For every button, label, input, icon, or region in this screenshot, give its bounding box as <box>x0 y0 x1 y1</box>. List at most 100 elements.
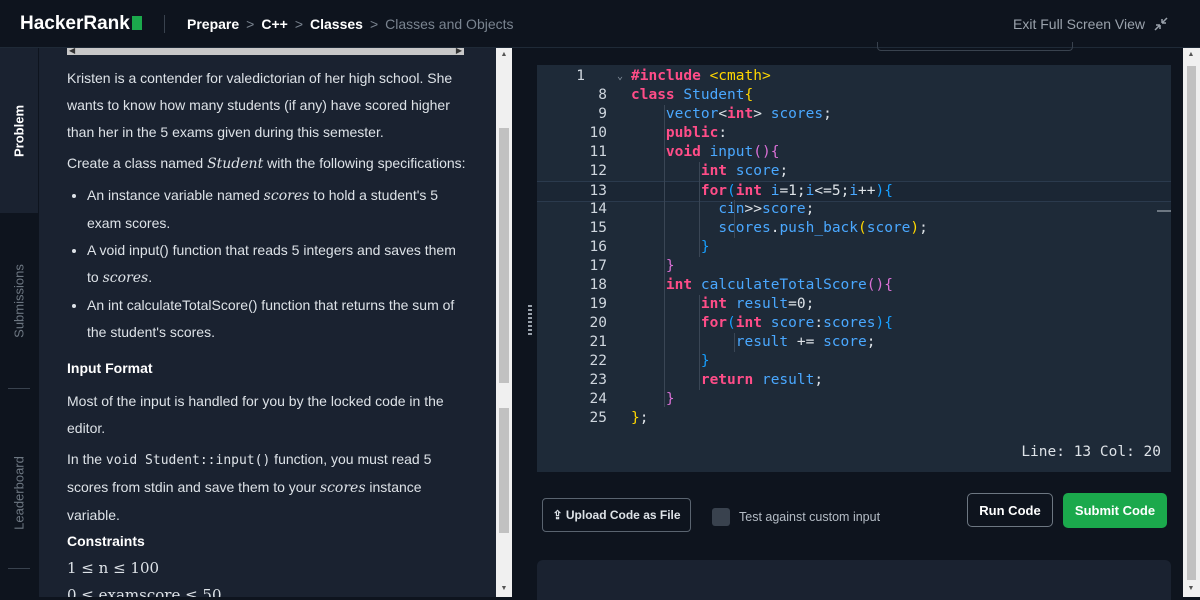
tab-submissions[interactable]: Submissions <box>0 213 38 388</box>
problem-intro: Kristen is a contender for valedictorian… <box>67 70 453 140</box>
chevron-right-icon: > <box>246 16 255 32</box>
collapse-icon[interactable] <box>1152 15 1170 33</box>
constraint-examscore: 0 ≤ examscore ≤ 50 <box>67 586 222 597</box>
tab-divider <box>8 568 30 569</box>
custom-input-label: Test against custom input <box>739 510 881 524</box>
code-line: 10 public: <box>537 124 1171 143</box>
code-line: 20 for(int score:scores){ <box>537 314 1171 333</box>
tab-submissions-label: Submissions <box>11 263 27 338</box>
input-function-text: In the void Student::input() function, y… <box>67 446 467 529</box>
scroll-thumb[interactable] <box>1187 66 1196 580</box>
line-number: 15 <box>589 220 607 236</box>
input-fn-var: scores <box>319 480 366 496</box>
submit-code-button[interactable]: Submit Code <box>1063 493 1167 528</box>
indent-guide <box>734 200 735 238</box>
output-panel <box>537 560 1171 600</box>
language-select[interactable] <box>877 42 1073 51</box>
exit-fullscreen-link[interactable]: Exit Full Screen View <box>1013 16 1145 32</box>
code-text: } <box>665 391 675 407</box>
code-line: 22 } <box>537 352 1171 371</box>
input-fn-prefix: In the <box>67 451 106 467</box>
scroll-thumb[interactable] <box>499 128 509 383</box>
code-line: 21 result += score; <box>537 333 1171 352</box>
code-line: 18 int calculateTotalScore(){ <box>537 276 1171 295</box>
line-number: 21 <box>589 334 607 350</box>
line-number: 16 <box>589 239 607 255</box>
scroll-right-icon[interactable]: ▶ <box>456 48 462 55</box>
breadcrumb-cpp[interactable]: C++ <box>261 16 287 32</box>
line-number: 19 <box>589 296 607 312</box>
code-text: } <box>700 353 710 369</box>
line-number: 8 <box>598 87 607 103</box>
list-item: A void input() function that reads 5 int… <box>87 237 467 292</box>
tab-leaderboard-label: Leaderboard <box>11 455 27 530</box>
logo-text: HackerRank <box>20 13 130 34</box>
code-text: int score; <box>700 163 789 179</box>
code-text: int calculateTotalScore(){ <box>665 277 893 293</box>
breadcrumb-classes[interactable]: Classes <box>310 16 363 32</box>
line-number: 12 <box>589 163 607 179</box>
minimap-marker <box>1157 210 1171 212</box>
top-bar: HackerRank Prepare > C++ > Classes > Classes a… <box>0 0 1200 48</box>
code-text: public: <box>665 125 728 141</box>
code-text: result += score; <box>735 334 876 350</box>
cursor-position: Line: 13 Col: 20 <box>1021 444 1161 460</box>
constraint-n: 1 ≤ n ≤ 100 <box>67 559 160 577</box>
code-line: 16 } <box>537 238 1171 257</box>
scroll-down-icon[interactable]: ▼ <box>1183 585 1199 592</box>
scroll-left-icon[interactable]: ◀ <box>69 48 75 55</box>
problem-statement: Kristen is a contender for valedictorian… <box>67 65 467 597</box>
spec2-var: scores <box>102 270 149 286</box>
side-tabs: Problem Submissions Leaderboard <box>0 48 38 597</box>
breadcrumb: Prepare > C++ > Classes > Classes and Objects <box>187 16 514 32</box>
code-line: 23 return result; <box>537 371 1171 390</box>
indent-guide <box>699 295 700 390</box>
class-spec-intro: Create a class named Student with the fo… <box>67 150 467 178</box>
tab-problem[interactable]: Problem <box>0 48 38 213</box>
code-editor[interactable]: 1 ⌄ #include <cmath> 8 class Student{ 9 vec… <box>537 65 1171 472</box>
upload-label: Upload Code as File <box>565 508 681 522</box>
list-item: An instance variable named scores to hol… <box>87 182 467 237</box>
code-text: for(int i=1;i<=5;i++){ <box>700 183 893 199</box>
code-line: 14 cin>>score; <box>537 200 1171 219</box>
horizontal-scrollbar[interactable]: ◀ ▶ <box>67 48 464 55</box>
scroll-down-icon[interactable]: ▼ <box>496 585 512 592</box>
spec1-prefix: An instance variable named <box>87 187 264 203</box>
code-line: 9 vector<int> scores; <box>537 105 1171 124</box>
code-text: vector<int> scores; <box>665 106 832 122</box>
drag-handle-icon[interactable] <box>528 305 532 337</box>
line-number: 14 <box>589 201 607 217</box>
run-code-button[interactable]: Run Code <box>967 493 1053 527</box>
scroll-up-icon[interactable]: ▲ <box>496 51 512 58</box>
scroll-thumb[interactable] <box>499 408 509 533</box>
constraints-heading: Constraints <box>67 533 145 549</box>
scroll-up-icon[interactable]: ▲ <box>1183 51 1199 58</box>
code-line: 8 class Student{ <box>537 86 1171 105</box>
input-format-heading: Input Format <box>67 360 153 376</box>
page-vertical-scrollbar[interactable]: ▲ ▼ <box>1183 48 1200 597</box>
line-number: 11 <box>589 144 607 160</box>
problem-vertical-scrollbar[interactable]: ▲ ▼ <box>496 48 512 597</box>
hackerrank-logo[interactable]: HackerRank <box>20 13 142 35</box>
upload-code-button[interactable]: ⇪ Upload Code as File <box>542 498 691 532</box>
code-line: 24 } <box>537 390 1171 409</box>
problem-pane: ◀ ▶ Kristen is a contender for valedicto… <box>39 48 496 597</box>
class-name: Student <box>207 156 264 172</box>
code-text: int result=0; <box>700 296 815 312</box>
pane-resizer[interactable] <box>512 48 537 597</box>
fold-icon[interactable]: ⌄ <box>617 67 623 86</box>
line-number: 23 <box>589 372 607 388</box>
indent-guide <box>664 105 665 407</box>
spec-list: An instance variable named scores to hol… <box>67 182 467 346</box>
custom-input-checkbox[interactable] <box>712 508 730 526</box>
list-item: An int calculateTotalScore() function th… <box>87 292 467 346</box>
code-text: scores.push_back(score); <box>718 220 928 236</box>
breadcrumb-prepare[interactable]: Prepare <box>187 16 239 32</box>
code-line-active: 13 for(int i=1;i<=5;i++){ <box>537 181 1171 202</box>
tab-leaderboard[interactable]: Leaderboard <box>0 388 38 597</box>
line-number: 13 <box>589 183 607 199</box>
code-line: 12 int score; <box>537 162 1171 181</box>
editor-area: 1 ⌄ #include <cmath> 8 class Student{ 9 vec… <box>537 42 1183 600</box>
code-text: }; <box>631 410 649 426</box>
indent-guide <box>734 333 735 352</box>
